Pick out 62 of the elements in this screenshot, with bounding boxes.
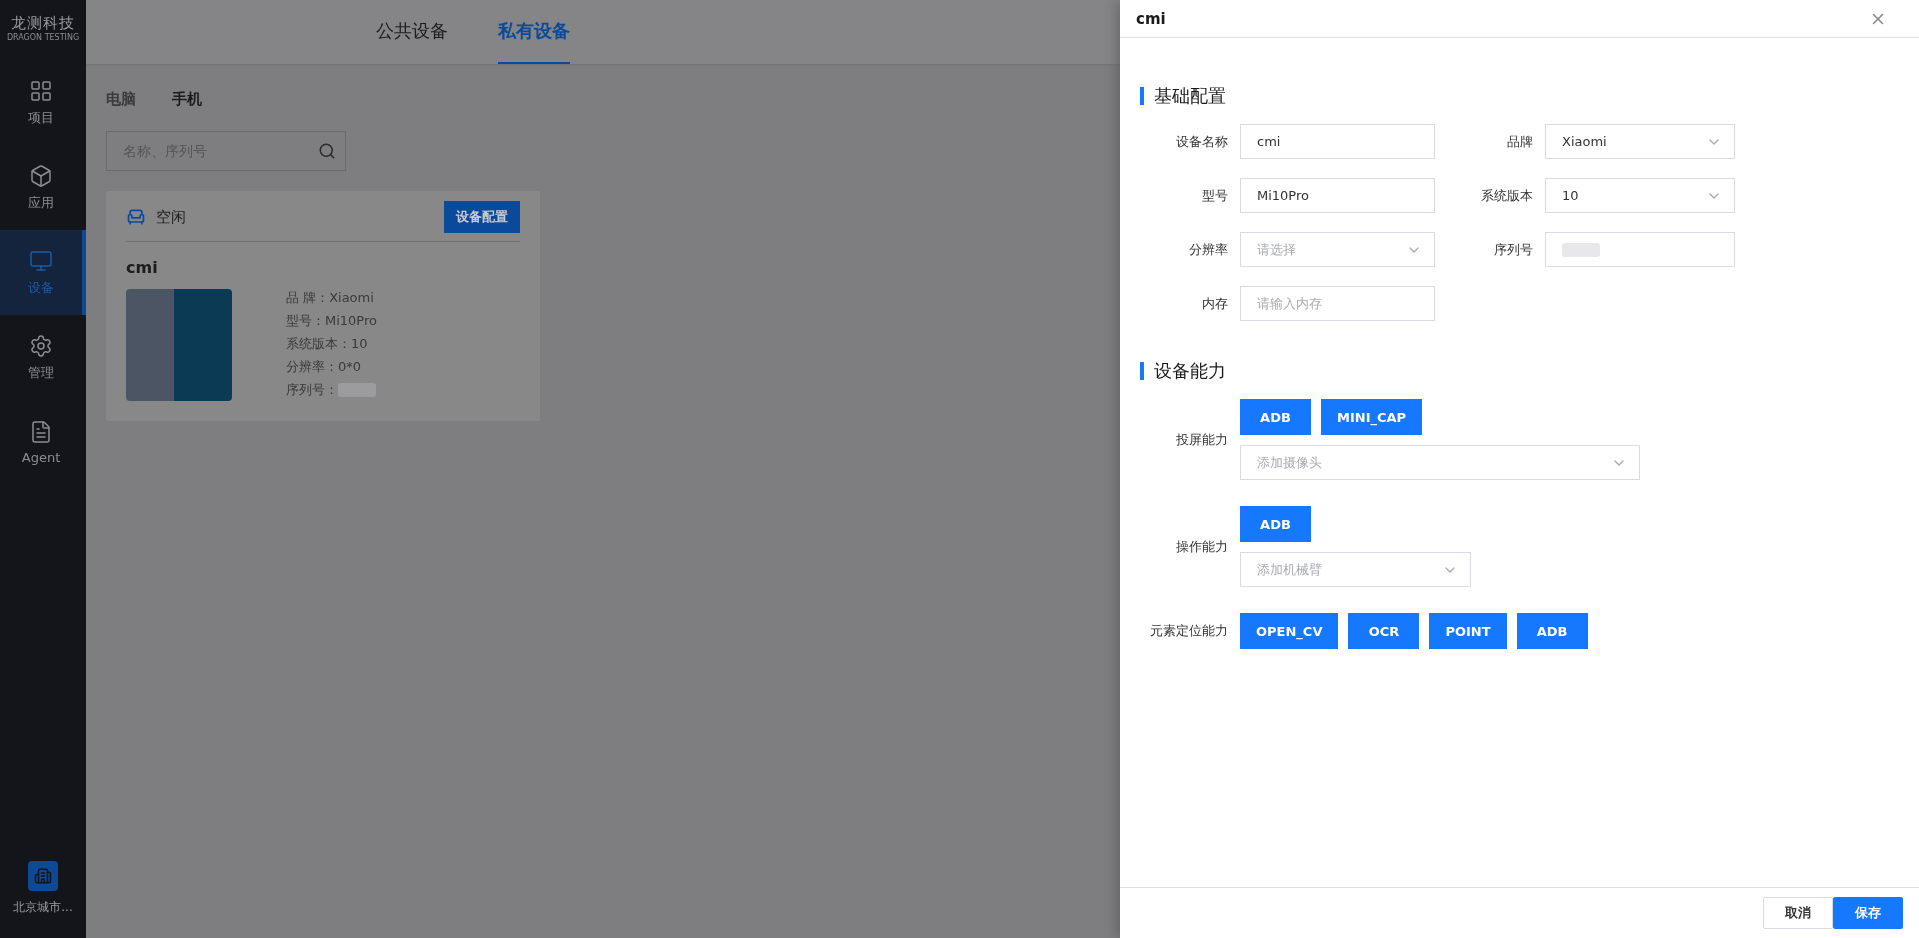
field-label: 分辨率 [1188, 240, 1228, 259]
section-marker [1140, 87, 1144, 105]
search-icon [318, 142, 336, 160]
nav-item[interactable]: Agent [0, 400, 86, 485]
header-tab[interactable]: 私有设备 [498, 0, 570, 64]
monitor-icon [29, 248, 53, 273]
nav-item[interactable]: 项目 [0, 60, 86, 145]
field-label: 操作能力 [1175, 537, 1228, 556]
device-tab[interactable]: 手机 [172, 90, 202, 109]
device-name: cmi [126, 258, 159, 277]
text-input-field[interactable]: cmi [1240, 124, 1435, 159]
select-field[interactable]: 添加机械臂 [1240, 552, 1471, 587]
device-tab[interactable]: 电脑 [106, 90, 136, 109]
field-label: 型号 [1201, 186, 1228, 205]
spec-text: 分辨率：0*0 [286, 358, 363, 376]
spec-text: 品 牌：Xiaomi [286, 289, 375, 307]
settings-icon [29, 333, 53, 358]
grid-icon [29, 78, 53, 103]
section-title: 设备能力 [1154, 359, 1226, 383]
logo-title: 龙测科技 [11, 14, 75, 33]
capability-tag[interactable]: MINI_CAP [1321, 399, 1423, 435]
document-icon [29, 420, 53, 444]
device-config-button[interactable]: 设备配置 [444, 201, 520, 233]
spec-text: 系统版本：10 [286, 335, 369, 353]
capability-tag[interactable]: ADB [1240, 506, 1311, 542]
select-field[interactable]: 10 [1545, 178, 1735, 213]
text-input-field[interactable]: 请输入内存 [1240, 286, 1435, 321]
capability-tag[interactable]: ADB [1516, 613, 1588, 649]
field-label: 内存 [1201, 294, 1228, 313]
building-icon [34, 867, 52, 885]
capability-tag[interactable]: ADB [1240, 399, 1311, 435]
spec-text: 型号：Mi10Pro [286, 312, 377, 330]
spec-label: 序列号： [286, 381, 338, 399]
field-label: 品牌 [1506, 132, 1533, 151]
field-label: 序列号 [1493, 240, 1533, 259]
logo-subtitle: DRAGON TESTING [6, 33, 80, 42]
text-input-field[interactable] [1545, 232, 1735, 267]
seat-icon [126, 207, 146, 227]
capability-tag[interactable]: OPEN_CV [1240, 613, 1339, 649]
field-label: 设备名称 [1175, 132, 1228, 151]
section-marker [1140, 362, 1144, 380]
cancel-button[interactable]: 取消 [1763, 897, 1833, 929]
device-status: 空闲 [156, 207, 186, 227]
section-title: 基础配置 [1154, 84, 1226, 108]
field-label: 投屏能力 [1175, 430, 1228, 449]
nav-item[interactable]: 设备 [0, 230, 86, 315]
nav-item[interactable]: 管理 [0, 315, 86, 400]
select-field[interactable]: 请选择 [1240, 232, 1435, 267]
capability-tag[interactable]: POINT [1429, 613, 1507, 649]
field-label: 系统版本 [1480, 186, 1533, 205]
organization-name: 北京城市... [13, 899, 73, 916]
header-tab[interactable]: 公共设备 [376, 0, 448, 64]
cube-icon [29, 163, 53, 188]
organization-badge[interactable] [28, 861, 58, 891]
save-button[interactable]: 保存 [1833, 897, 1903, 929]
text-input-field[interactable]: Mi10Pro [1240, 178, 1435, 213]
nav-item[interactable]: 应用 [0, 145, 86, 230]
capability-tag[interactable]: OCR [1348, 613, 1420, 649]
select-field[interactable]: Xiaomi [1545, 124, 1735, 159]
field-label: 元素定位能力 [1149, 622, 1228, 640]
select-field[interactable]: 添加摄像头 [1240, 445, 1640, 480]
drawer-title: cmi [1136, 9, 1166, 28]
